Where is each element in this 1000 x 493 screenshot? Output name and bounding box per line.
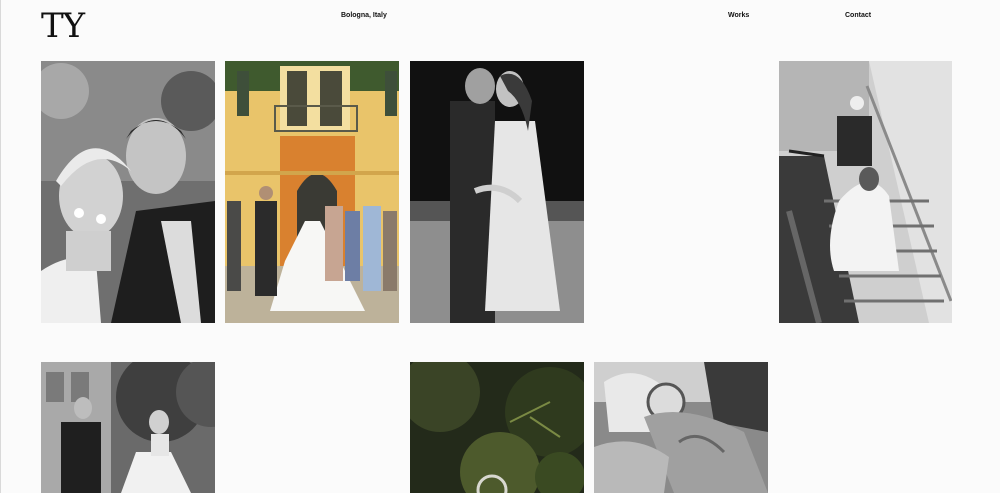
location-text: Bologna, Italy [341,12,387,19]
photo-bride-villa[interactable] [225,61,399,323]
photo-couple-portrait[interactable] [41,61,215,323]
photo-bride-staircase[interactable] [779,61,952,323]
photo-bride-staircase-image [779,61,952,323]
photo-ring-moss[interactable] [410,362,584,493]
photo-hands-ring-image [594,362,768,493]
nav-contact-link[interactable]: Contact [845,12,871,19]
photo-bride-villa-image [225,61,399,323]
photo-couple-portrait-image [41,61,215,323]
site-logo[interactable]: TY [41,9,85,43]
photo-couple-embrace[interactable] [410,61,584,323]
photo-couple-embrace-image [410,61,584,323]
nav-works-link[interactable]: Works [728,12,749,19]
photo-ring-moss-image [410,362,584,493]
photo-hands-ring[interactable] [594,362,768,493]
photo-couple-garden-image [41,362,215,493]
photo-couple-garden[interactable] [41,362,215,493]
